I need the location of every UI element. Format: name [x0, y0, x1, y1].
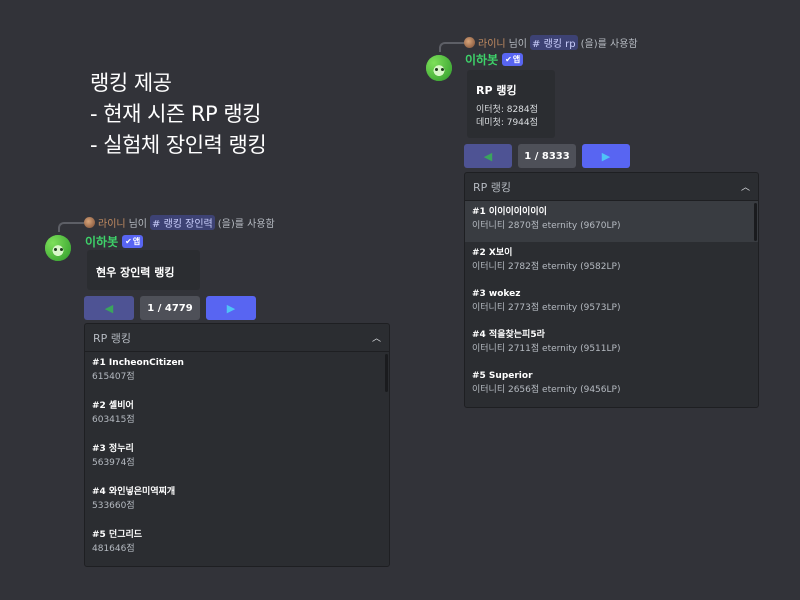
embed-line-1: 이터첫: 8284점 — [476, 105, 538, 115]
reply-connector — [58, 222, 84, 232]
reply-text: 님이 — [508, 39, 528, 50]
select-menu-header[interactable]: RP 랭킹 ︿ — [465, 173, 758, 201]
list-item[interactable]: #2 X보이 이터니티 2782점 eternity (9582LP) — [465, 242, 758, 283]
option-label: #5 Superior — [472, 371, 533, 381]
option-label: #4 적을찾는피5라 — [472, 330, 545, 340]
embed-title: 현우 장인력 랭킹 — [96, 266, 175, 279]
reply-connector — [439, 42, 465, 52]
option-label: #2 X보이 — [472, 248, 513, 258]
prev-page-button[interactable]: ◀ — [84, 296, 134, 320]
replier-avatar[interactable] — [464, 37, 475, 48]
bot-header: 이하봇 ✔ 앱 — [85, 233, 144, 250]
check-icon: ✔ — [505, 55, 512, 64]
option-description: 이터니티 2870점 eternity (9670LP) — [472, 221, 621, 231]
option-label: #3 정누리 — [92, 444, 134, 454]
prev-page-button[interactable]: ◀ — [464, 144, 512, 168]
reply-text: 님이 — [128, 219, 148, 230]
select-menu-label: RP 랭킹 — [473, 180, 512, 194]
page-indicator-button[interactable]: 1 / 4779 — [140, 296, 200, 320]
option-description: 이터니티 2782점 eternity (9582LP) — [472, 262, 621, 272]
reply-header: 라이니 님이 # 랭킹 장인력 (을)를 사용함 — [84, 215, 275, 230]
right-arrow-icon: ▶ — [601, 149, 611, 163]
option-label: #2 셸비어 — [92, 401, 134, 411]
option-description: 481646점 — [92, 544, 135, 554]
list-item[interactable]: #4 적을찾는피5라 이터니티 2711점 eternity (9511LP) — [465, 324, 758, 365]
next-page-button[interactable]: ▶ — [582, 144, 630, 168]
option-description: 603415점 — [92, 415, 135, 425]
chevron-up-icon[interactable]: ︿ — [741, 180, 750, 193]
chevron-up-icon[interactable]: ︿ — [372, 331, 381, 344]
embed-line-2: 데미첫: 7944점 — [476, 118, 538, 128]
left-arrow-icon: ◀ — [483, 149, 493, 163]
promo-text: 랭킹 제공 - 현재 시즌 RP 랭킹 - 실험체 장인력 랭킹 — [90, 68, 267, 161]
promo-line-1: 랭킹 제공 — [90, 71, 172, 95]
option-description: 533660점 — [92, 501, 135, 511]
select-menu-header[interactable]: RP 랭킹 ︿ — [85, 324, 389, 352]
option-label: #3 wokez — [472, 289, 521, 299]
list-item[interactable]: #5 Superior 이터니티 2656점 eternity (9456LP) — [465, 365, 758, 406]
page-indicator-button[interactable]: 1 / 8333 — [518, 144, 576, 168]
option-label: #4 와인넣은미역찌개 — [92, 487, 176, 497]
bot-avatar[interactable] — [45, 235, 71, 261]
rp-ranking-embed: RP 랭킹 이터첫: 8284점 데미첫: 7944점 — [467, 70, 555, 138]
mastery-ranking-embed: 현우 장인력 랭킹 — [87, 250, 200, 290]
option-label: #1 IncheonCitizen — [92, 358, 184, 368]
check-icon: ✔ — [125, 237, 132, 246]
list-item[interactable]: #5 던그리드 481646점 — [85, 524, 389, 566]
option-description: 이터니티 2656점 eternity (9456LP) — [472, 385, 621, 395]
replier-avatar[interactable] — [84, 217, 95, 228]
list-item[interactable]: #2 셸비어 603415점 — [85, 395, 389, 438]
option-description: 이터니티 2773점 eternity (9573LP) — [472, 303, 621, 313]
embed-title: RP 랭킹 — [476, 84, 517, 97]
scrollbar-thumb[interactable] — [385, 354, 388, 392]
ranking-select-menu[interactable]: RP 랭킹 ︿ #1 이이이이이이이 이터니티 2870점 eternity (… — [464, 172, 759, 408]
reply-suffix: (을)를 사용함 — [217, 219, 275, 230]
replier-name[interactable]: 라이니 — [98, 215, 126, 230]
bot-header: 이하봇 ✔ 앱 — [465, 51, 524, 68]
command-mention[interactable]: # 랭킹 장인력 — [150, 215, 215, 230]
list-item[interactable]: #3 정누리 563974점 — [85, 438, 389, 481]
ranking-select-menu[interactable]: RP 랭킹 ︿ #1 IncheonCitizen 615407점 #2 셸비어… — [84, 323, 390, 567]
option-label: #5 던그리드 — [92, 530, 143, 540]
option-description: 이터니티 2711점 eternity (9511LP) — [472, 344, 621, 354]
select-menu-label: RP 랭킹 — [93, 331, 132, 345]
list-item[interactable]: #1 IncheonCitizen 615407점 — [85, 352, 389, 395]
right-arrow-icon: ▶ — [226, 301, 236, 315]
app-badge: ✔ 앱 — [122, 235, 144, 248]
replier-name[interactable]: 라이니 — [478, 35, 506, 50]
bot-name[interactable]: 이하봇 — [85, 233, 118, 250]
command-mention[interactable]: # 랭킹 rp — [530, 35, 578, 50]
option-description: 563974점 — [92, 458, 135, 468]
reply-suffix: (을)를 사용함 — [580, 39, 638, 50]
promo-line-2: - 현재 시즌 RP 랭킹 — [90, 102, 261, 126]
bot-avatar[interactable] — [426, 55, 452, 81]
reply-header: 라이니 님이 # 랭킹 rp (을)를 사용함 — [464, 35, 638, 50]
promo-line-3: - 실험체 장인력 랭킹 — [90, 133, 267, 157]
scrollbar-thumb[interactable] — [754, 203, 757, 241]
list-item[interactable]: #3 wokez 이터니티 2773점 eternity (9573LP) — [465, 283, 758, 324]
app-badge-label: 앱 — [132, 237, 141, 246]
app-badge-label: 앱 — [512, 55, 521, 64]
bot-name[interactable]: 이하봇 — [465, 51, 498, 68]
list-item[interactable]: #4 와인넣은미역찌개 533660점 — [85, 481, 389, 524]
list-item[interactable]: #1 이이이이이이이 이터니티 2870점 eternity (9670LP) — [465, 201, 758, 242]
option-description: 615407점 — [92, 372, 135, 382]
option-label: #1 이이이이이이이 — [472, 207, 547, 217]
next-page-button[interactable]: ▶ — [206, 296, 256, 320]
app-badge: ✔ 앱 — [502, 53, 524, 66]
left-arrow-icon: ◀ — [104, 301, 114, 315]
